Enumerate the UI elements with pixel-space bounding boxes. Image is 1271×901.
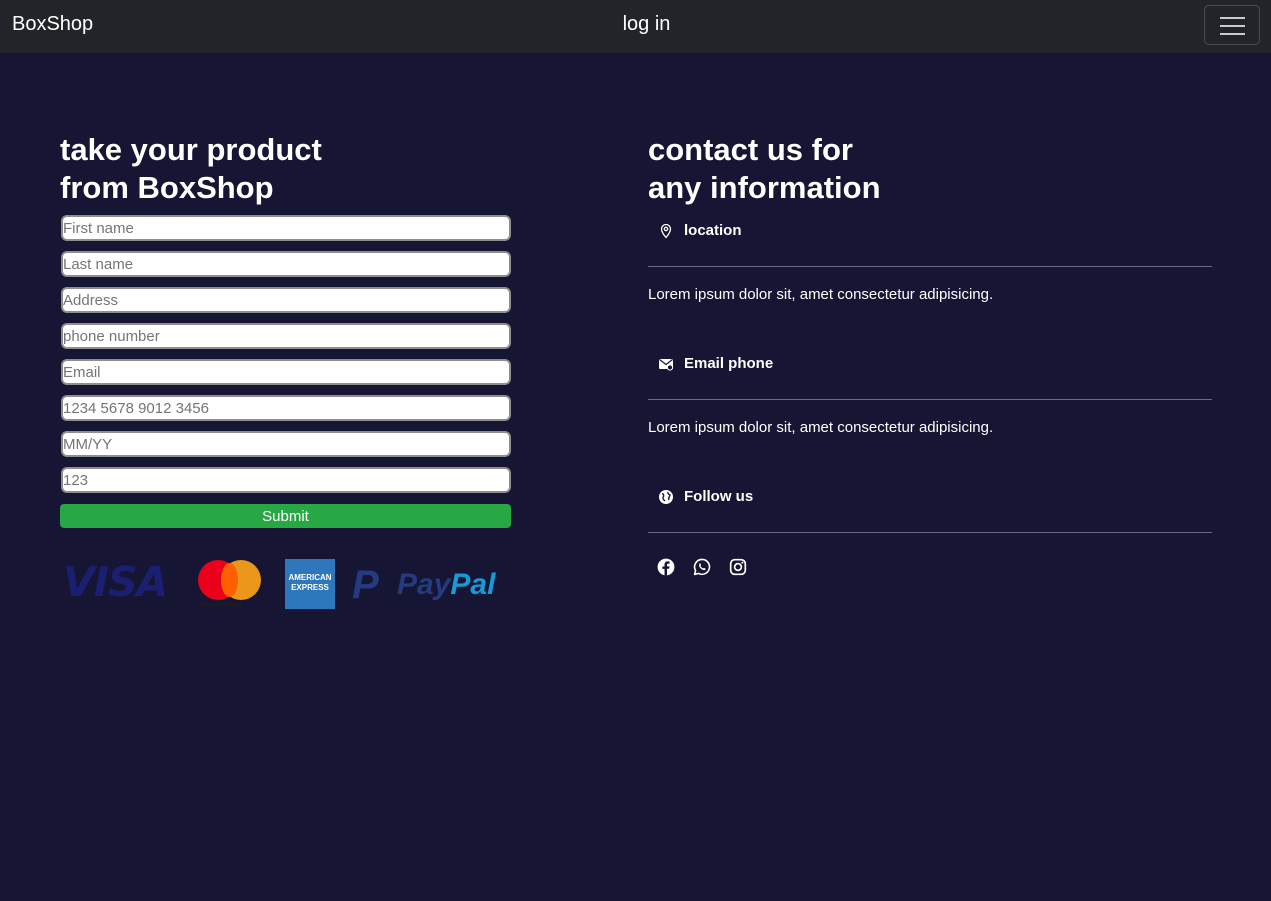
paypal-p-icon: P xyxy=(352,563,379,607)
email-label: Email phone xyxy=(684,355,774,372)
amex-text: AMERICAN EXPRESS xyxy=(288,573,332,592)
paypal-pay-text: Pay xyxy=(397,568,451,601)
divider xyxy=(648,266,1212,267)
divider xyxy=(648,532,1212,533)
first-name-input[interactable] xyxy=(61,215,511,241)
navbar: BoxShop log in xyxy=(0,0,1271,53)
divider xyxy=(648,399,1212,400)
order-heading: take your product from BoxShop xyxy=(60,132,322,205)
paypal-pal-text: Pal xyxy=(450,568,496,601)
facebook-icon[interactable] xyxy=(657,558,675,576)
whatsapp-icon[interactable] xyxy=(693,558,711,576)
follow-label: Follow us xyxy=(684,488,754,505)
hamburger-icon[interactable] xyxy=(1204,5,1260,45)
envelope-icon xyxy=(659,358,674,371)
email-text: Lorem ipsum dolor sit, amet consectetur … xyxy=(648,419,994,436)
phone-input[interactable] xyxy=(61,323,511,349)
expiry-input[interactable] xyxy=(61,431,511,457)
location-label: location xyxy=(684,222,742,239)
paypal-logo: PayPal xyxy=(397,568,495,602)
instagram-icon[interactable] xyxy=(729,558,747,576)
last-name-input[interactable] xyxy=(61,251,511,277)
location-row: location xyxy=(658,222,742,239)
login-link[interactable]: log in xyxy=(0,13,1271,36)
mastercard-logo: mastercard xyxy=(198,560,264,612)
submit-button[interactable]: Submit xyxy=(60,504,511,528)
visa-logo: VISA xyxy=(63,558,168,606)
location-pin-icon xyxy=(660,223,672,239)
email-row: Email phone xyxy=(658,355,773,372)
card-number-input[interactable] xyxy=(61,395,511,421)
location-text: Lorem ipsum dolor sit, amet consectetur … xyxy=(648,286,994,303)
amex-logo: AMERICAN EXPRESS xyxy=(285,559,335,609)
email-input[interactable] xyxy=(61,359,511,385)
address-input[interactable] xyxy=(61,287,511,313)
follow-row: Follow us xyxy=(658,488,753,505)
contact-heading: contact us for any information xyxy=(648,132,881,205)
mastercard-text: mastercard xyxy=(201,600,242,609)
globe-icon xyxy=(659,489,673,504)
cvv-input[interactable] xyxy=(61,467,511,493)
